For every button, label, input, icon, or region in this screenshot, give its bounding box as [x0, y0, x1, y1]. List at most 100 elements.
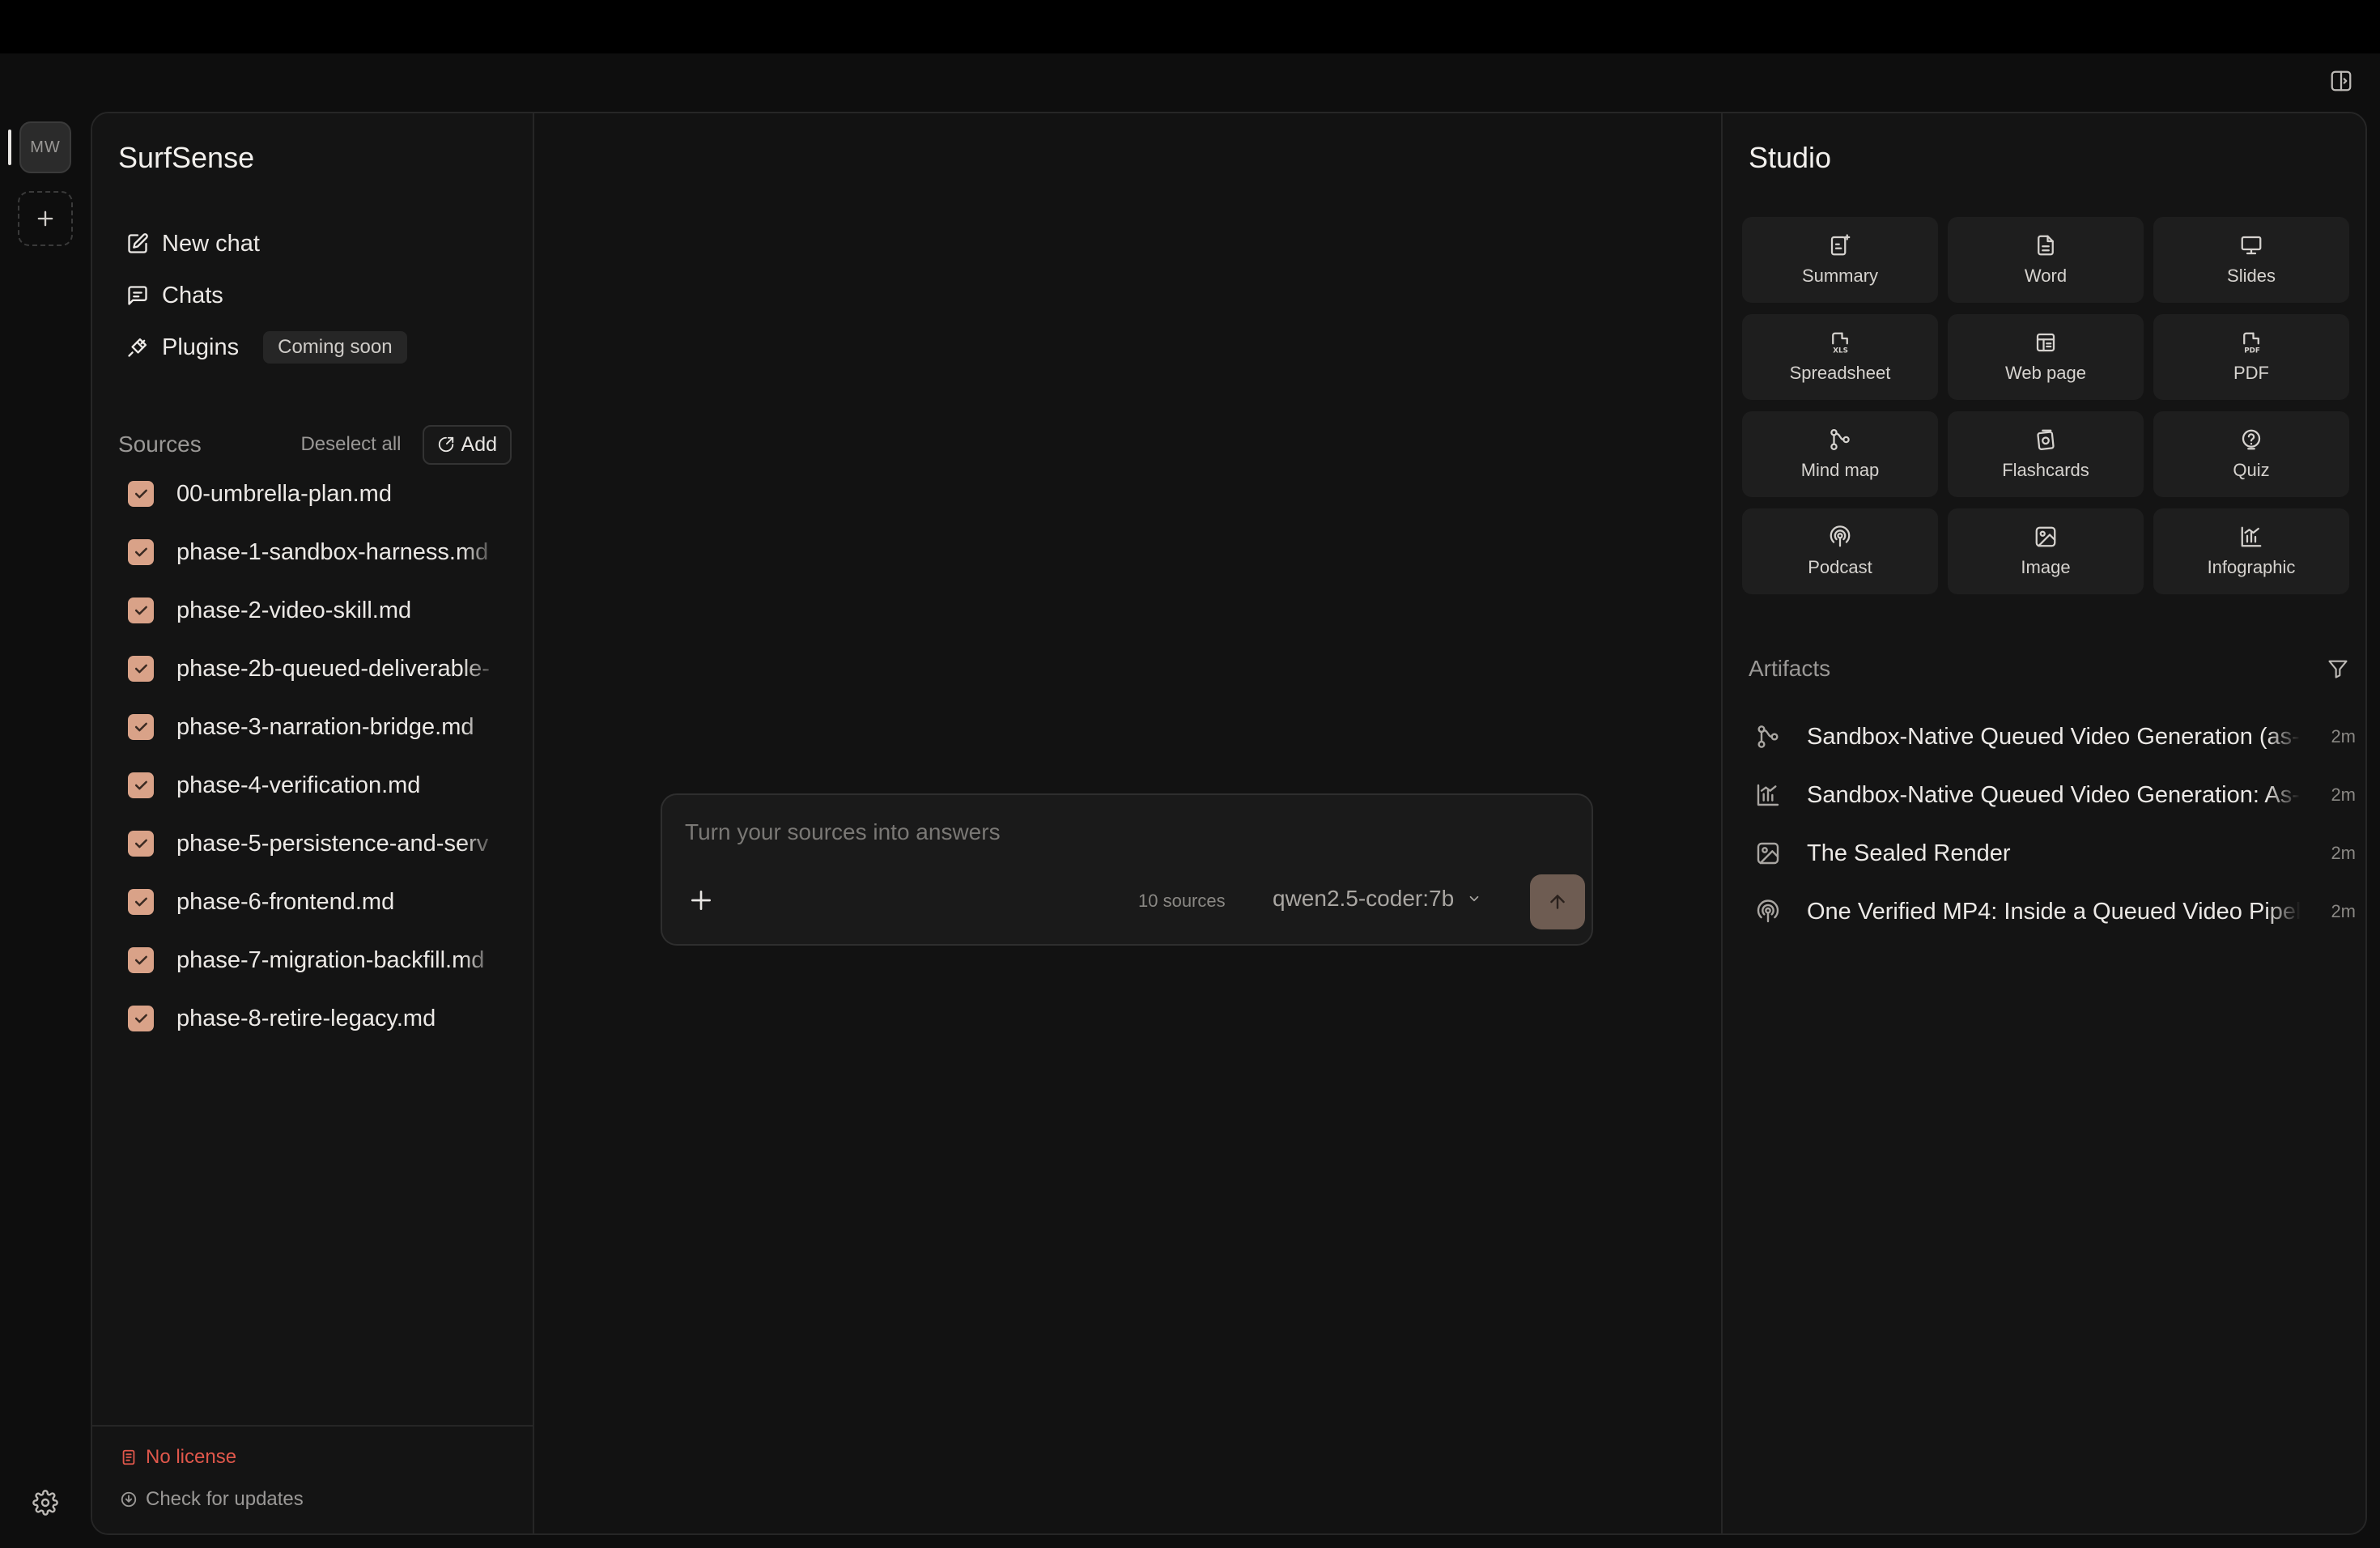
source-checkbox[interactable] — [128, 831, 154, 857]
plugins-button[interactable]: Plugins Coming soon — [126, 327, 407, 368]
check-icon — [134, 547, 147, 557]
source-name: phase-1-sandbox-harness.md — [176, 538, 489, 565]
source-name: phase-8-retire-legacy.md — [176, 1005, 436, 1031]
source-checkbox[interactable] — [128, 656, 154, 682]
source-item[interactable]: phase-3-narration-bridge.md — [128, 698, 508, 756]
slides-icon — [2239, 233, 2263, 257]
studio-tile-label: Quiz — [2233, 460, 2270, 480]
source-item[interactable]: phase-4-verification.md — [128, 756, 508, 814]
artifact-title: Sandbox-Native Queued Video Generation: … — [1807, 781, 2300, 808]
source-item[interactable]: phase-2-video-skill.md — [128, 581, 508, 640]
source-item[interactable]: phase-1-sandbox-harness.md — [128, 523, 508, 581]
studio-tile-slides[interactable]: Slides — [2153, 217, 2349, 303]
studio-tile-mind-map[interactable]: Mind map — [1742, 411, 1938, 497]
source-item[interactable]: phase-7-migration-backfill.md — [128, 931, 508, 989]
new-chat-label: New chat — [162, 230, 260, 257]
studio-tile-podcast[interactable]: Podcast — [1742, 508, 1938, 594]
source-name: phase-2b-queued-deliverable- — [176, 655, 490, 682]
settings-gear-icon[interactable] — [29, 1486, 62, 1519]
app-title: SurfSense — [118, 141, 255, 174]
source-item[interactable]: phase-8-retire-legacy.md — [128, 989, 508, 1048]
source-item[interactable]: phase-5-persistence-and-serv — [128, 814, 508, 873]
source-checkbox[interactable] — [128, 598, 154, 623]
edit-icon — [128, 233, 148, 253]
source-checkbox[interactable] — [128, 1006, 154, 1031]
source-checkbox[interactable] — [128, 714, 154, 740]
plugins-label: Plugins — [162, 334, 240, 360]
source-checkbox[interactable] — [128, 481, 154, 507]
artifact-title: The Sealed Render — [1807, 840, 2011, 866]
image-icon — [1755, 840, 1783, 866]
studio-tile-spreadsheet[interactable]: XLS Spreadsheet — [1742, 314, 1938, 400]
add-workspace-button[interactable] — [18, 191, 73, 246]
download-circle-icon — [121, 1491, 137, 1508]
source-name: phase-5-persistence-and-serv — [176, 830, 489, 857]
add-source-label: Add — [461, 432, 497, 456]
source-name: phase-6-frontend.md — [176, 888, 395, 915]
artifact-item[interactable]: One Verified MP4: Inside a Queued Video … — [1755, 882, 2356, 941]
deselect-all-button[interactable]: Deselect all — [300, 433, 401, 456]
attach-plus-button[interactable] — [685, 884, 717, 916]
send-button[interactable] — [1530, 874, 1585, 929]
mind-map-icon — [1828, 427, 1852, 452]
left-sidebar: SurfSense New chat Chats Plugins Coming … — [92, 113, 534, 1533]
workspace-avatar[interactable]: MW — [19, 121, 71, 173]
sidebar-footer: No license Check for updates — [92, 1425, 533, 1533]
chat-input[interactable] — [685, 819, 1559, 845]
studio-tile-pdf[interactable]: PDF PDF — [2153, 314, 2349, 400]
check-updates-link[interactable]: Check for updates — [120, 1488, 304, 1511]
active-workspace-indicator — [8, 130, 11, 165]
add-source-button[interactable]: Add — [422, 424, 512, 465]
new-chat-button[interactable]: New chat — [126, 223, 260, 264]
panel-toggle-icon[interactable] — [2325, 65, 2357, 97]
no-license-link[interactable]: No license — [120, 1446, 236, 1469]
no-license-label: No license — [146, 1446, 237, 1468]
check-icon — [134, 489, 147, 499]
artifact-item[interactable]: The Sealed Render 2m — [1755, 824, 2356, 882]
upload-icon — [438, 436, 453, 453]
source-item[interactable]: phase-2b-queued-deliverable- — [128, 640, 508, 698]
flashcards-icon — [2034, 427, 2058, 452]
studio-tile-label: Slides — [2227, 266, 2276, 286]
quiz-icon — [2239, 427, 2263, 452]
chats-button[interactable]: Chats — [126, 275, 223, 316]
sources-header: Sources Deselect all Add — [118, 424, 512, 465]
source-list: 00-umbrella-plan.md phase-1-sandbox-harne… — [128, 465, 508, 1048]
studio-tile-web-page[interactable]: Web page — [1948, 314, 2144, 400]
check-updates-label: Check for updates — [146, 1488, 304, 1510]
studio-tile-label: PDF — [2233, 363, 2269, 383]
image-icon — [2034, 525, 2058, 549]
studio-tile-image[interactable]: Image — [1948, 508, 2144, 594]
source-checkbox[interactable] — [128, 947, 154, 973]
studio-tile-label: Web page — [2005, 363, 2086, 383]
source-checkbox[interactable] — [128, 772, 154, 798]
check-icon — [134, 897, 147, 907]
plus-icon — [691, 891, 711, 910]
artifacts-title: Artifacts — [1749, 656, 1831, 681]
plus-icon — [37, 211, 53, 227]
artifact-item[interactable]: Sandbox-Native Queued Video Generation: … — [1755, 766, 2356, 824]
check-icon — [134, 780, 147, 790]
podcast-icon — [1755, 899, 1783, 925]
check-icon — [134, 606, 147, 615]
model-selector[interactable]: qwen2.5-coder:7b — [1273, 886, 1481, 912]
svg-text:XLS: XLS — [1833, 347, 1848, 355]
studio-tile-quiz[interactable]: Quiz — [2153, 411, 2349, 497]
filter-icon[interactable] — [2327, 657, 2349, 680]
source-checkbox[interactable] — [128, 889, 154, 915]
artifact-timestamp: 2m — [2331, 785, 2356, 805]
source-checkbox[interactable] — [128, 539, 154, 565]
studio-tile-label: Summary — [1801, 266, 1879, 286]
check-icon — [134, 722, 147, 732]
source-name: phase-3-narration-bridge.md — [176, 713, 474, 740]
studio-tile-summary[interactable]: Summary — [1742, 217, 1938, 303]
source-item[interactable]: 00-umbrella-plan.md — [128, 465, 508, 523]
studio-tile-word[interactable]: Word — [1948, 217, 2144, 303]
source-item[interactable]: phase-6-frontend.md — [128, 873, 508, 931]
studio-tile-label: Infographic — [2207, 557, 2296, 577]
studio-tile-infographic[interactable]: Infographic — [2153, 508, 2349, 594]
arrow-up-icon — [1550, 895, 1565, 909]
studio-tile-flashcards[interactable]: Flashcards — [1948, 411, 2144, 497]
artifact-item[interactable]: Sandbox-Native Queued Video Generation (… — [1755, 708, 2356, 766]
artifact-timestamp: 2m — [2331, 726, 2356, 746]
